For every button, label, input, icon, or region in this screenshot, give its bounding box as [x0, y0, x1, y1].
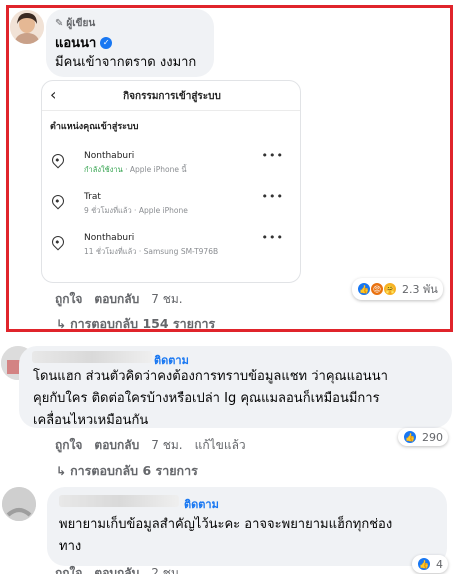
- comment-bubble: ✎ ผู้เขียน แอนนา ✓ มีคนเข้าจากตราด งงมาก: [46, 9, 214, 77]
- reply-arrow-icon: ↳: [56, 317, 67, 331]
- more-dots-icon: •••: [261, 190, 284, 203]
- comment-text: พยายามเก็บข้อมูลสำคัญไว้นะคะ อาจจะพยายาม…: [59, 517, 393, 554]
- like-button[interactable]: ถูกใจ: [55, 436, 82, 455]
- avatar[interactable]: [10, 10, 44, 44]
- like-reaction-icon: 👍: [357, 282, 371, 296]
- comment-author[interactable]: แอนนา ✓: [55, 32, 113, 53]
- attached-screenshot[interactable]: ‹ กิจกรรมการเข้าสู่ระบบ ตำแหน่งคุณเข้าสู…: [41, 80, 301, 283]
- like-reaction-icon: 👍: [403, 430, 417, 444]
- comment-bubble: ติดตาม พยายามเก็บข้อมูลสำคัญไว้นะคะ อาจจ…: [47, 487, 447, 566]
- screenshot-header: ‹ กิจกรรมการเข้าสู่ระบบ: [42, 81, 300, 111]
- location-pin-icon: [49, 151, 67, 169]
- location-pin-icon: [49, 192, 67, 210]
- session-detail: 9 ชั่วโมงที่แล้ว · Apple iPhone: [84, 206, 188, 215]
- reaction-summary[interactable]: 👍 4: [412, 555, 448, 573]
- session-item: Nonthaburi 11 ชั่วโมงที่แล้ว · Samsung S…: [49, 231, 292, 269]
- comment-text: มีคนเข้าจากตราด งงมาก: [55, 55, 197, 70]
- comment-actions: ถูกใจ ตอบกลับ 2 ชม.: [55, 564, 183, 574]
- reply-button[interactable]: ตอบกลับ: [94, 436, 139, 455]
- comment-actions: ถูกใจ ตอบกลับ 7 ชม. แก้ไขแล้ว: [55, 436, 246, 455]
- reaction-count: 2.3 พัน: [402, 283, 438, 296]
- screenshot-section-title: ตำแหน่งคุณเข้าสู่ระบบ: [50, 122, 139, 132]
- like-reaction-icon: 👍: [417, 557, 431, 571]
- session-location: Nonthaburi: [84, 233, 135, 243]
- reply-button[interactable]: ตอบกลับ: [94, 290, 139, 309]
- verified-badge-icon: ✓: [100, 36, 113, 49]
- edited-label: แก้ไขแล้ว: [194, 438, 246, 452]
- session-detail: 11 ชั่วโมงที่แล้ว · Samsung SM-T976B: [84, 247, 219, 256]
- view-replies-button[interactable]: ↳ การตอบกลับ 154 รายการ: [56, 314, 215, 334]
- reaction-count: 290: [422, 430, 443, 444]
- comment-text: โดนแฮก ส่วนตัวคิดว่าคงต้องการทราบข้อมูลแ…: [33, 369, 388, 428]
- more-dots-icon: •••: [261, 231, 284, 244]
- reaction-summary[interactable]: 👍 😡 🤗 2.3 พัน: [352, 278, 443, 300]
- blurred-author-name: [59, 495, 179, 507]
- view-replies-button[interactable]: ↳ การตอบกลับ 6 รายการ: [56, 461, 198, 481]
- reaction-summary[interactable]: 👍 290: [398, 428, 448, 446]
- care-reaction-icon: 🤗: [383, 282, 397, 296]
- author-badge: ✎ ผู้เขียน: [55, 18, 96, 29]
- session-detail: กำลังใช้งาน · Apple iPhone นี้: [84, 165, 187, 174]
- blurred-author-name: [32, 351, 152, 363]
- session-item: Trat 9 ชั่วโมงที่แล้ว · Apple iPhone •••: [49, 190, 292, 228]
- reply-button[interactable]: ตอบกลับ: [94, 564, 139, 574]
- session-location: Trat: [84, 192, 101, 202]
- pencil-icon: ✎: [55, 18, 64, 29]
- comment-bubble: ติดตาม โดนแฮก ส่วนตัวคิดว่าคงต้องการทราบ…: [19, 346, 452, 428]
- comment-actions: ถูกใจ ตอบกลับ 7 ชม.: [55, 290, 183, 309]
- reply-arrow-icon: ↳: [56, 464, 67, 478]
- like-button[interactable]: ถูกใจ: [55, 290, 82, 309]
- comment-timestamp[interactable]: 7 ชม.: [151, 436, 182, 455]
- like-button[interactable]: ถูกใจ: [55, 564, 82, 574]
- follow-button[interactable]: ติดตาม: [184, 495, 219, 513]
- location-pin-icon: [49, 233, 67, 251]
- comment-timestamp[interactable]: 7 ชม.: [151, 290, 182, 309]
- comment-timestamp[interactable]: 2 ชม.: [151, 564, 182, 574]
- more-dots-icon: •••: [261, 149, 284, 162]
- screenshot-title: กิจกรรมการเข้าสู่ระบบ: [123, 91, 221, 102]
- session-item: Nonthaburi กำลังใช้งาน · Apple iPhone นี…: [49, 149, 292, 187]
- reaction-count: 4: [436, 557, 443, 571]
- avatar[interactable]: [2, 487, 36, 521]
- session-location: Nonthaburi: [84, 151, 135, 161]
- angry-reaction-icon: 😡: [370, 282, 384, 296]
